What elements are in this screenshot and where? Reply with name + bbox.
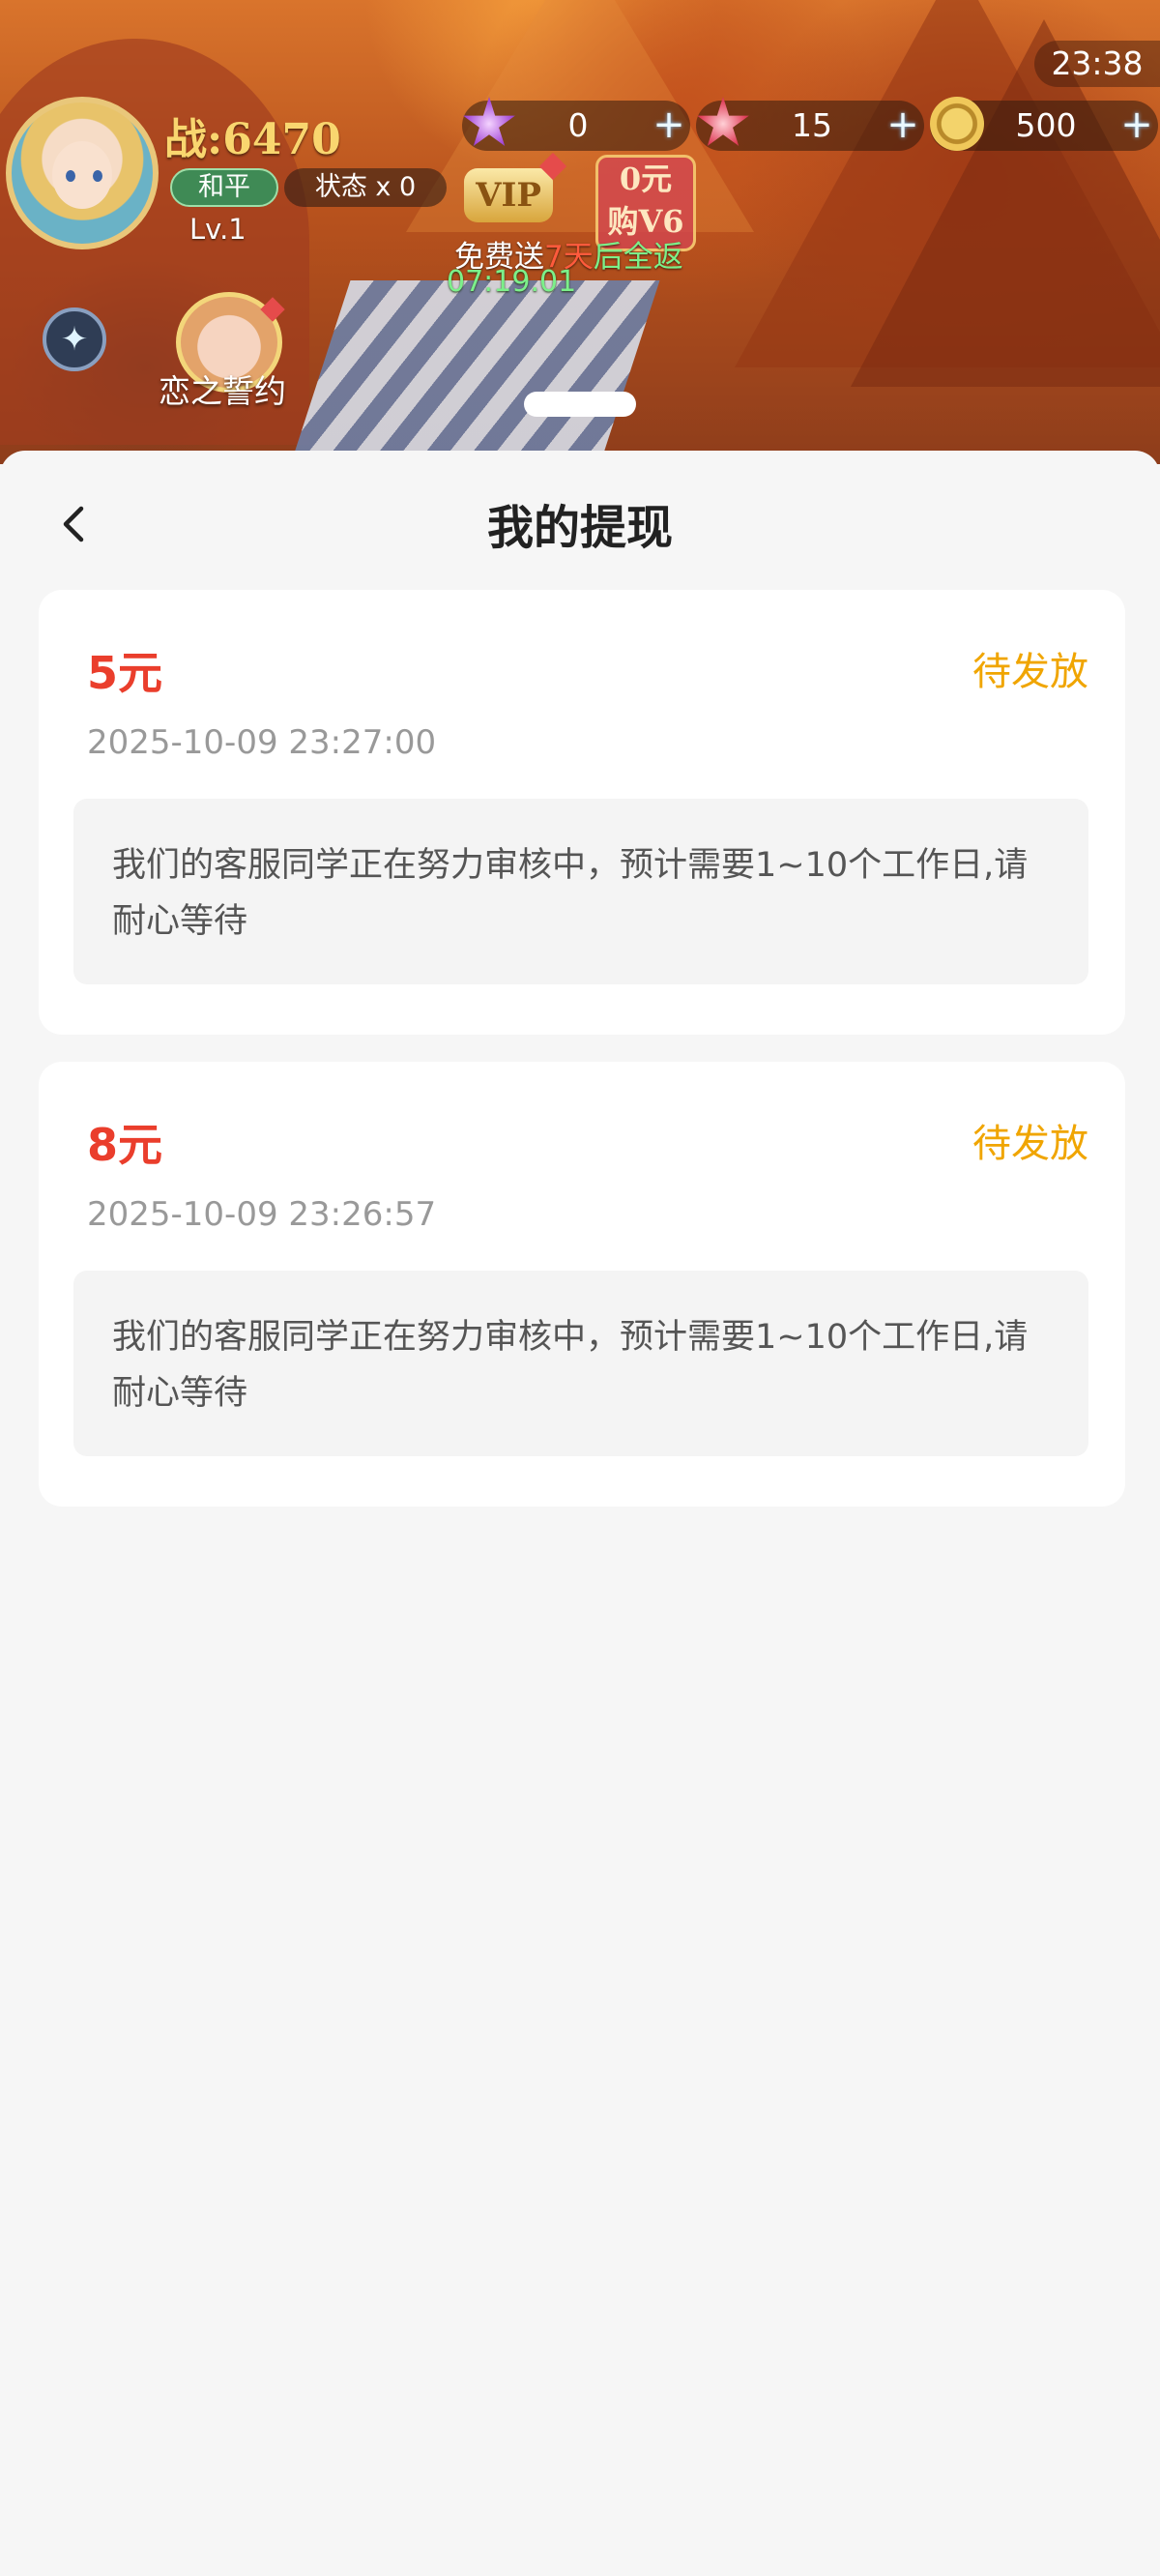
gold-coin-icon — [930, 97, 984, 151]
withdrawal-amount: 8元 — [87, 1119, 163, 1171]
love-vow-label: 恋之誓约 — [159, 372, 286, 410]
striped-tent-decoration — [287, 280, 660, 464]
sheet-drag-handle[interactable] — [524, 392, 636, 417]
withdrawal-time: 2025-10-09 23:26:57 — [87, 1195, 437, 1234]
resource-purple-star: 0 + — [462, 97, 690, 151]
game-background: 23:38 战:6470 和平 状态 x 0 Lv.1 0 + 15 + 500… — [0, 0, 1160, 464]
resource-gold-coin: 500 + — [930, 97, 1158, 151]
resource-value: 500 — [1015, 106, 1077, 144]
player-avatar[interactable] — [6, 97, 159, 249]
avatar-face — [52, 141, 112, 209]
combat-power: 战:6470 — [164, 115, 341, 164]
free-send-suffix: 后全返 — [593, 240, 683, 275]
withdrawal-record-card: 5元 待发放 2025-10-09 23:27:00 我们的客服同学正在努力审核… — [39, 590, 1125, 1035]
page-title: 我的提现 — [486, 501, 673, 555]
avatar-eye — [66, 170, 75, 182]
withdrawal-record-card: 8元 待发放 2025-10-09 23:26:57 我们的客服同学正在努力审核… — [39, 1062, 1125, 1507]
resource-value: 0 — [567, 106, 589, 144]
status-indicator[interactable]: 状态 x 0 — [284, 168, 447, 207]
compass-icon[interactable]: ✦ — [43, 307, 106, 371]
v6-line1: 0元 — [619, 161, 673, 197]
withdrawal-amount: 5元 — [87, 647, 163, 699]
review-message: 我们的客服同学正在努力审核中，预计需要1~10个工作日,请耐心等待 — [73, 799, 1088, 984]
add-resource-button[interactable]: + — [885, 105, 920, 144]
status-badge: 待发放 — [972, 1122, 1088, 1166]
countdown-timer: 07:19.01 — [447, 265, 577, 299]
player-level: Lv.1 — [189, 213, 246, 246]
resource-value: 15 — [792, 106, 832, 144]
withdrawal-time: 2025-10-09 23:27:00 — [87, 723, 437, 762]
vip-button[interactable]: VIP — [454, 152, 567, 238]
withdrawal-sheet: 我的提现 5元 待发放 2025-10-09 23:27:00 我们的客服同学正… — [0, 451, 1160, 2576]
resource-red-star: 15 + — [696, 97, 924, 151]
peace-mode-badge[interactable]: 和平 — [170, 168, 278, 207]
avatar-eye — [93, 170, 102, 182]
add-resource-button[interactable]: + — [652, 105, 686, 144]
status-badge: 待发放 — [972, 650, 1088, 694]
clock: 23:38 — [1034, 41, 1160, 87]
vip-badge: VIP — [464, 168, 553, 222]
add-resource-button[interactable]: + — [1119, 105, 1154, 144]
review-message: 我们的客服同学正在努力审核中，预计需要1~10个工作日,请耐心等待 — [73, 1271, 1088, 1456]
